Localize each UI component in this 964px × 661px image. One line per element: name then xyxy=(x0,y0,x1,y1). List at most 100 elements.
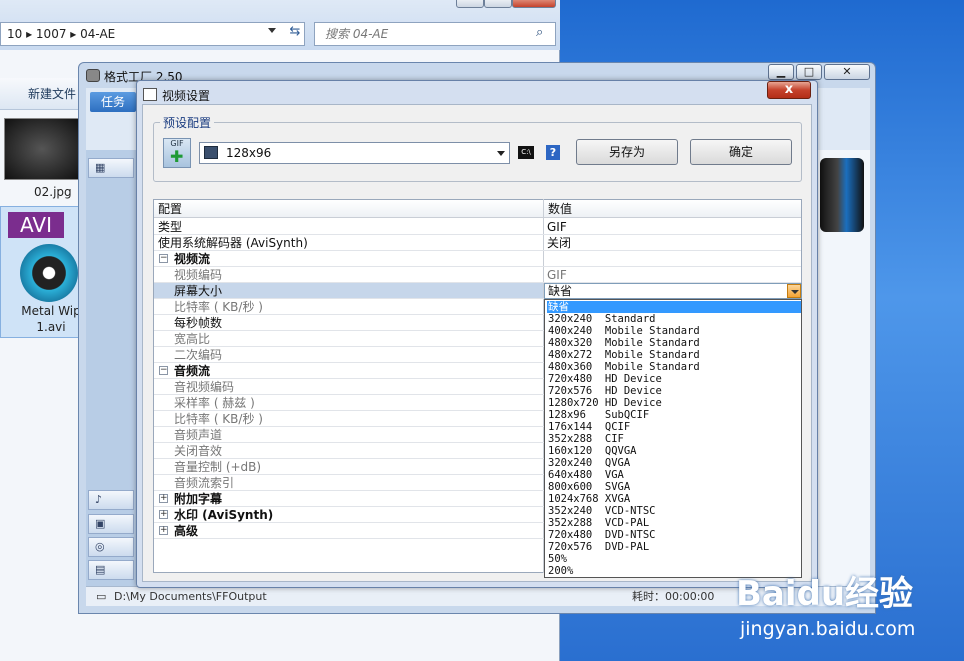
explorer-close-button[interactable] xyxy=(512,0,556,8)
output-path[interactable]: D:\My Documents\FFOutput xyxy=(114,587,267,606)
setting-name[interactable]: 采样率 ( 赫兹 ) xyxy=(174,395,255,411)
chevron-down-icon[interactable] xyxy=(497,151,505,156)
setting-name[interactable]: 水印 (AviSynth) xyxy=(174,507,273,523)
setting-value[interactable]: 关闭 xyxy=(547,235,571,251)
film-reel-icon xyxy=(20,244,78,302)
column-header-config: 配置 xyxy=(158,202,183,216)
film-icon xyxy=(204,146,218,159)
explorer-maximize-button[interactable] xyxy=(484,0,512,8)
setting-value[interactable]: GIF xyxy=(547,267,567,283)
expand-icon[interactable]: + xyxy=(159,510,168,519)
plus-icon: ✚ xyxy=(170,147,184,166)
setting-name[interactable]: 宽高比 xyxy=(174,331,210,347)
image-category-icon[interactable]: ▣ xyxy=(88,514,134,534)
ok-button[interactable]: 确定 xyxy=(690,139,792,165)
address-bar[interactable]: 10 ▸ 1007 ▸ 04-AE xyxy=(0,22,305,46)
watermark-brand: Baidu经验 xyxy=(736,574,914,614)
setting-value[interactable]: GIF xyxy=(547,219,567,235)
column-header-value: 数值 xyxy=(548,202,573,216)
preset-group-label: 预设配置 xyxy=(160,114,215,131)
expand-icon[interactable]: + xyxy=(159,494,168,503)
maximize-button[interactable]: □ xyxy=(796,64,822,80)
setting-name[interactable]: 比特率 ( KB/秒 ) xyxy=(174,299,263,315)
dropdown-option[interactable]: 352x288 VCD-PAL xyxy=(547,517,801,529)
dropdown-option[interactable]: 480x272 Mobile Standard xyxy=(547,349,801,361)
setting-name[interactable]: 类型 xyxy=(158,219,182,235)
dialog-icon xyxy=(143,88,157,101)
file-name-label[interactable]: Metal Wip 1.avi xyxy=(16,303,86,335)
dropdown-option[interactable]: 128x96 SubQCIF xyxy=(547,409,801,421)
row-divider xyxy=(154,266,801,267)
screen-size-dropdown-list: 缺省 320x240 Standard 400x240 Mobile Standar… xyxy=(544,299,802,578)
setting-name[interactable]: 音频流 xyxy=(174,363,210,379)
setting-name[interactable]: 比特率 ( KB/秒 ) xyxy=(174,411,263,427)
rom-device-icon[interactable]: ◎ xyxy=(88,537,134,557)
expand-icon[interactable]: + xyxy=(159,526,168,535)
folder-icon: ▭ xyxy=(96,590,107,603)
dropdown-option[interactable]: 50% xyxy=(547,553,801,565)
close-button[interactable]: ✕ xyxy=(824,64,870,80)
new-folder-button[interactable]: 新建文件 xyxy=(28,85,76,102)
dialog-title: 视频设置 xyxy=(162,89,211,103)
collapse-icon[interactable]: − xyxy=(159,254,168,263)
collapse-icon[interactable]: − xyxy=(159,366,168,375)
dropdown-option[interactable]: 720x576 DVD-PAL xyxy=(547,541,801,553)
dropdown-option[interactable]: 320x240 Standard xyxy=(547,313,801,325)
app-icon xyxy=(86,69,100,82)
advanced-category-icon[interactable]: ▤ xyxy=(88,560,134,580)
dropdown-option[interactable]: 480x360 Mobile Standard xyxy=(547,361,801,373)
setting-name[interactable]: 音频声道 xyxy=(174,427,222,443)
dropdown-option[interactable]: 400x240 Mobile Standard xyxy=(547,325,801,337)
dropdown-option[interactable]: 352x240 VCD-NTSC xyxy=(547,505,801,517)
setting-name[interactable]: 视频流 xyxy=(174,251,210,267)
file-name-label[interactable]: 02.jpg xyxy=(34,185,72,199)
address-dropdown-icon[interactable] xyxy=(268,28,276,33)
minimize-button[interactable]: ▁ xyxy=(768,64,794,80)
setting-name[interactable]: 使用系统解码器 (AviSynth) xyxy=(158,235,308,251)
dropdown-option[interactable]: 480x320 Mobile Standard xyxy=(547,337,801,349)
setting-name[interactable]: 视频编码 xyxy=(174,267,222,283)
screen-size-value[interactable]: 缺省 xyxy=(548,283,572,299)
dropdown-option[interactable]: 176x144 QCIF xyxy=(547,421,801,433)
dropdown-option[interactable]: 160x120 QQVGA xyxy=(547,445,801,457)
audio-category-icon[interactable]: ♪ xyxy=(88,490,134,510)
dropdown-option[interactable]: 800x600 SVGA xyxy=(547,481,801,493)
dropdown-option[interactable]: 640x480 VGA xyxy=(547,469,801,481)
setting-name[interactable]: 高级 xyxy=(174,523,198,539)
grid-header xyxy=(154,200,801,218)
search-icon[interactable]: ⌕ xyxy=(536,25,543,40)
dropdown-option[interactable]: 352x288 CIF xyxy=(547,433,801,445)
dropdown-option[interactable]: 720x576 HD Device xyxy=(547,385,801,397)
refresh-icon[interactable]: ⇆ xyxy=(284,24,306,44)
dropdown-option[interactable]: 720x480 HD Device xyxy=(547,373,801,385)
screen-size-select[interactable] xyxy=(544,283,802,299)
avi-badge: AVI xyxy=(8,212,64,238)
setting-name[interactable]: 关闭音效 xyxy=(174,443,222,459)
setting-name[interactable]: 附加字幕 xyxy=(174,491,222,507)
video-category-icon[interactable]: ▦ xyxy=(88,158,134,178)
dropdown-option[interactable]: 缺省 xyxy=(547,301,801,313)
preset-select[interactable]: 128x96 xyxy=(199,142,510,164)
setting-name[interactable]: 音频流索引 xyxy=(174,475,234,491)
dialog-close-button[interactable]: x xyxy=(767,81,811,99)
save-as-button[interactable]: 另存为 xyxy=(576,139,678,165)
elapsed-time: 耗时：00:00:00 xyxy=(632,590,715,603)
dropdown-option[interactable]: 1280x720 HD Device xyxy=(547,397,801,409)
setting-name[interactable]: 音视频编码 xyxy=(174,379,234,395)
file-thumbnail-image[interactable] xyxy=(4,118,80,180)
dropdown-option[interactable]: 720x480 DVD-NTSC xyxy=(547,529,801,541)
dropdown-option[interactable]: 320x240 QVGA xyxy=(547,457,801,469)
setting-name[interactable]: 每秒帧数 xyxy=(174,315,222,331)
watermark-url: jingyan.baidu.com xyxy=(740,618,916,640)
dropdown-arrow-icon[interactable] xyxy=(787,284,801,298)
setting-name[interactable]: 二次编码 xyxy=(174,347,222,363)
command-line-icon[interactable]: C:\ xyxy=(518,146,534,159)
dropdown-option[interactable]: 1024x768 XVGA xyxy=(547,493,801,505)
tab-task[interactable]: 任务 xyxy=(90,92,136,112)
explorer-minimize-button[interactable] xyxy=(456,0,484,8)
search-input[interactable]: 搜索 04-AE xyxy=(314,22,556,46)
setting-name[interactable]: 音量控制 (+dB) xyxy=(174,459,261,475)
help-icon[interactable]: ? xyxy=(546,145,560,160)
mobile-devices-image xyxy=(820,158,864,232)
setting-name[interactable]: 屏幕大小 xyxy=(174,283,222,299)
